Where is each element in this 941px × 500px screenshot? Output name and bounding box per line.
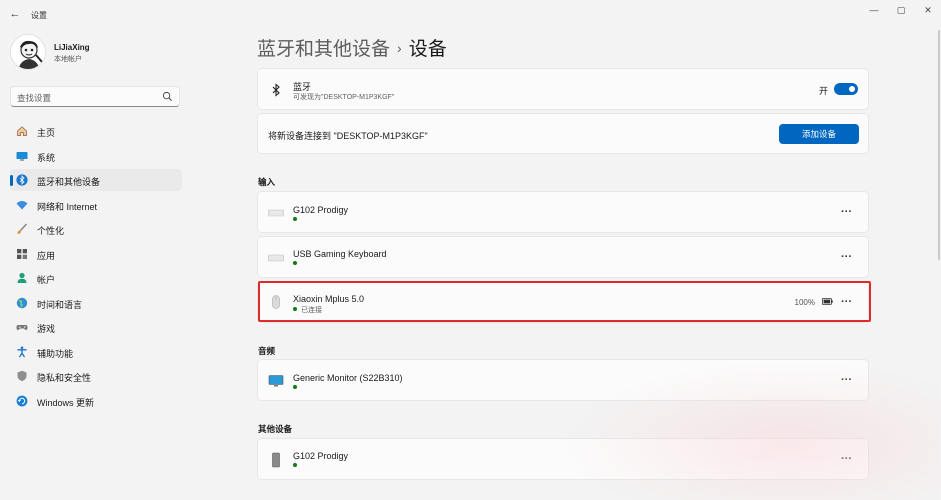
device-row[interactable]: G102 Prodigy ··· bbox=[257, 438, 869, 480]
maximize-icon[interactable]: ▢ bbox=[894, 4, 908, 16]
more-options-icon[interactable]: ··· bbox=[841, 251, 852, 263]
battery-icon bbox=[822, 298, 833, 305]
sidebar-item-apps[interactable]: 应用 bbox=[10, 243, 182, 265]
add-device-text: 将新设备连接到 "DESKTOP-M1P3KGF" bbox=[268, 131, 428, 141]
more-options-icon[interactable]: ··· bbox=[841, 374, 852, 386]
sidebar-item-windows-update[interactable]: Windows 更新 bbox=[10, 390, 182, 412]
status-dot bbox=[293, 463, 297, 467]
globe-icon bbox=[16, 297, 28, 308]
sidebar-item-label: 隐私和安全性 bbox=[37, 373, 92, 383]
device-name: Xiaoxin Mplus 5.0 bbox=[293, 294, 365, 304]
status-dot bbox=[293, 261, 297, 265]
add-device-card: 将新设备连接到 "DESKTOP-M1P3KGF" 添加设备 bbox=[257, 113, 869, 154]
close-icon[interactable]: ✕ bbox=[921, 4, 935, 16]
sidebar-item-label: 时间和语言 bbox=[37, 299, 83, 310]
toggle-state-label: 开 bbox=[818, 86, 828, 96]
device-row[interactable]: Generic Monitor (S22B310) ··· bbox=[257, 359, 869, 401]
window-title: 设置 bbox=[31, 11, 47, 20]
sidebar-nav: 主页 系统 蓝牙和其他设备 网络和 Internet 个性化 应用 帐户 时间和… bbox=[10, 120, 182, 414]
keyboard-icon bbox=[268, 209, 284, 217]
breadcrumb-parent[interactable]: 蓝牙和其他设备 bbox=[257, 39, 390, 60]
scrollbar[interactable] bbox=[938, 30, 940, 260]
sidebar-item-network[interactable]: 网络和 Internet bbox=[10, 194, 182, 216]
title-bar: ← 设置 — ▢ ✕ bbox=[0, 0, 941, 28]
account-type: 本地帐户 bbox=[54, 56, 82, 63]
bluetooth-card: 蓝牙 可发现为"DESKTOP-M1P3KGF" 开 bbox=[257, 68, 869, 110]
status-dot bbox=[293, 307, 297, 311]
sidebar-item-label: 帐户 bbox=[37, 275, 56, 285]
more-options-icon[interactable]: ··· bbox=[841, 296, 852, 308]
device-status bbox=[293, 217, 301, 224]
wifi-icon bbox=[16, 200, 28, 209]
sidebar-item-system[interactable]: 系统 bbox=[10, 145, 182, 167]
status-dot bbox=[293, 217, 297, 221]
home-icon bbox=[17, 126, 27, 136]
accessibility-icon bbox=[17, 346, 27, 357]
device-name: USB Gaming Keyboard bbox=[293, 249, 387, 259]
sidebar-item-accessibility[interactable]: 辅助功能 bbox=[10, 341, 182, 363]
brush-icon bbox=[17, 223, 28, 234]
device-name: Generic Monitor (S22B310) bbox=[293, 373, 403, 383]
sidebar-item-label: 辅助功能 bbox=[37, 348, 74, 359]
sidebar-item-home[interactable]: 主页 bbox=[10, 120, 182, 142]
sidebar-item-time-language[interactable]: 时间和语言 bbox=[10, 292, 182, 314]
sidebar-item-label: 个性化 bbox=[37, 226, 65, 236]
bluetooth-subtitle: 可发现为"DESKTOP-M1P3KGF" bbox=[293, 94, 395, 101]
avatar bbox=[10, 34, 46, 70]
status-dot bbox=[293, 385, 297, 389]
apps-icon bbox=[17, 248, 27, 259]
search-icon bbox=[162, 91, 172, 101]
device-status: 已连接 bbox=[293, 305, 322, 315]
page-title: 设备 bbox=[408, 39, 447, 60]
sidebar-item-label: 系统 bbox=[37, 152, 56, 163]
chevron-right-icon: › bbox=[397, 40, 402, 56]
shield-icon bbox=[17, 370, 27, 382]
device-name: G102 Prodigy bbox=[293, 451, 349, 461]
update-icon bbox=[16, 395, 28, 406]
more-options-icon[interactable]: ··· bbox=[841, 453, 852, 465]
device-row[interactable]: USB Gaming Keyboard ··· bbox=[257, 236, 869, 278]
sidebar-item-label: 应用 bbox=[37, 250, 56, 261]
section-audio-label: 音频 bbox=[258, 346, 276, 356]
bluetooth-icon bbox=[16, 174, 28, 186]
sidebar-item-label: 蓝牙和其他设备 bbox=[37, 177, 101, 187]
gamepad-icon bbox=[16, 325, 28, 330]
sidebar-item-label: Windows 更新 bbox=[37, 397, 95, 408]
sidebar-item-accounts[interactable]: 帐户 bbox=[10, 267, 182, 289]
battery-level: 100% bbox=[794, 298, 815, 307]
sidebar-item-label: 游戏 bbox=[37, 324, 56, 334]
bluetooth-icon bbox=[272, 83, 280, 97]
sidebar-item-gaming[interactable]: 游戏 bbox=[10, 316, 182, 338]
section-other-label: 其他设备 bbox=[258, 424, 293, 434]
sidebar-item-label: 主页 bbox=[37, 128, 56, 138]
system-icon bbox=[16, 151, 28, 160]
keyboard-icon bbox=[268, 254, 284, 262]
sidebar-item-privacy[interactable]: 隐私和安全性 bbox=[10, 365, 182, 387]
device-status bbox=[293, 385, 301, 392]
account-icon bbox=[17, 272, 27, 283]
tower-icon bbox=[272, 452, 280, 468]
monitor-icon bbox=[268, 375, 284, 387]
mouse-icon bbox=[272, 295, 280, 309]
device-status bbox=[293, 463, 301, 470]
user-name: LiJiaXing bbox=[54, 43, 90, 52]
breadcrumb: 蓝牙和其他设备 › 设备 bbox=[257, 34, 447, 61]
sidebar-item-bluetooth[interactable]: 蓝牙和其他设备 bbox=[10, 169, 182, 191]
search-input[interactable]: 查找设置 bbox=[10, 86, 180, 107]
device-status bbox=[293, 261, 301, 268]
user-profile[interactable]: LiJiaXing 本地帐户 bbox=[10, 34, 180, 72]
section-input-label: 输入 bbox=[258, 177, 276, 187]
search-placeholder: 查找设置 bbox=[17, 93, 52, 103]
back-arrow-icon[interactable]: ← bbox=[8, 7, 22, 21]
sidebar-item-personalization[interactable]: 个性化 bbox=[10, 218, 182, 240]
bluetooth-toggle[interactable] bbox=[834, 83, 858, 95]
more-options-icon[interactable]: ··· bbox=[841, 206, 852, 218]
add-device-button[interactable]: 添加设备 bbox=[779, 124, 859, 144]
device-name: G102 Prodigy bbox=[293, 205, 349, 215]
minimize-icon[interactable]: — bbox=[867, 4, 881, 16]
sidebar-item-label: 网络和 Internet bbox=[37, 201, 98, 212]
device-row[interactable]: G102 Prodigy ··· bbox=[257, 191, 869, 233]
device-row[interactable]: Xiaoxin Mplus 5.0 已连接 100% ··· bbox=[257, 281, 869, 323]
